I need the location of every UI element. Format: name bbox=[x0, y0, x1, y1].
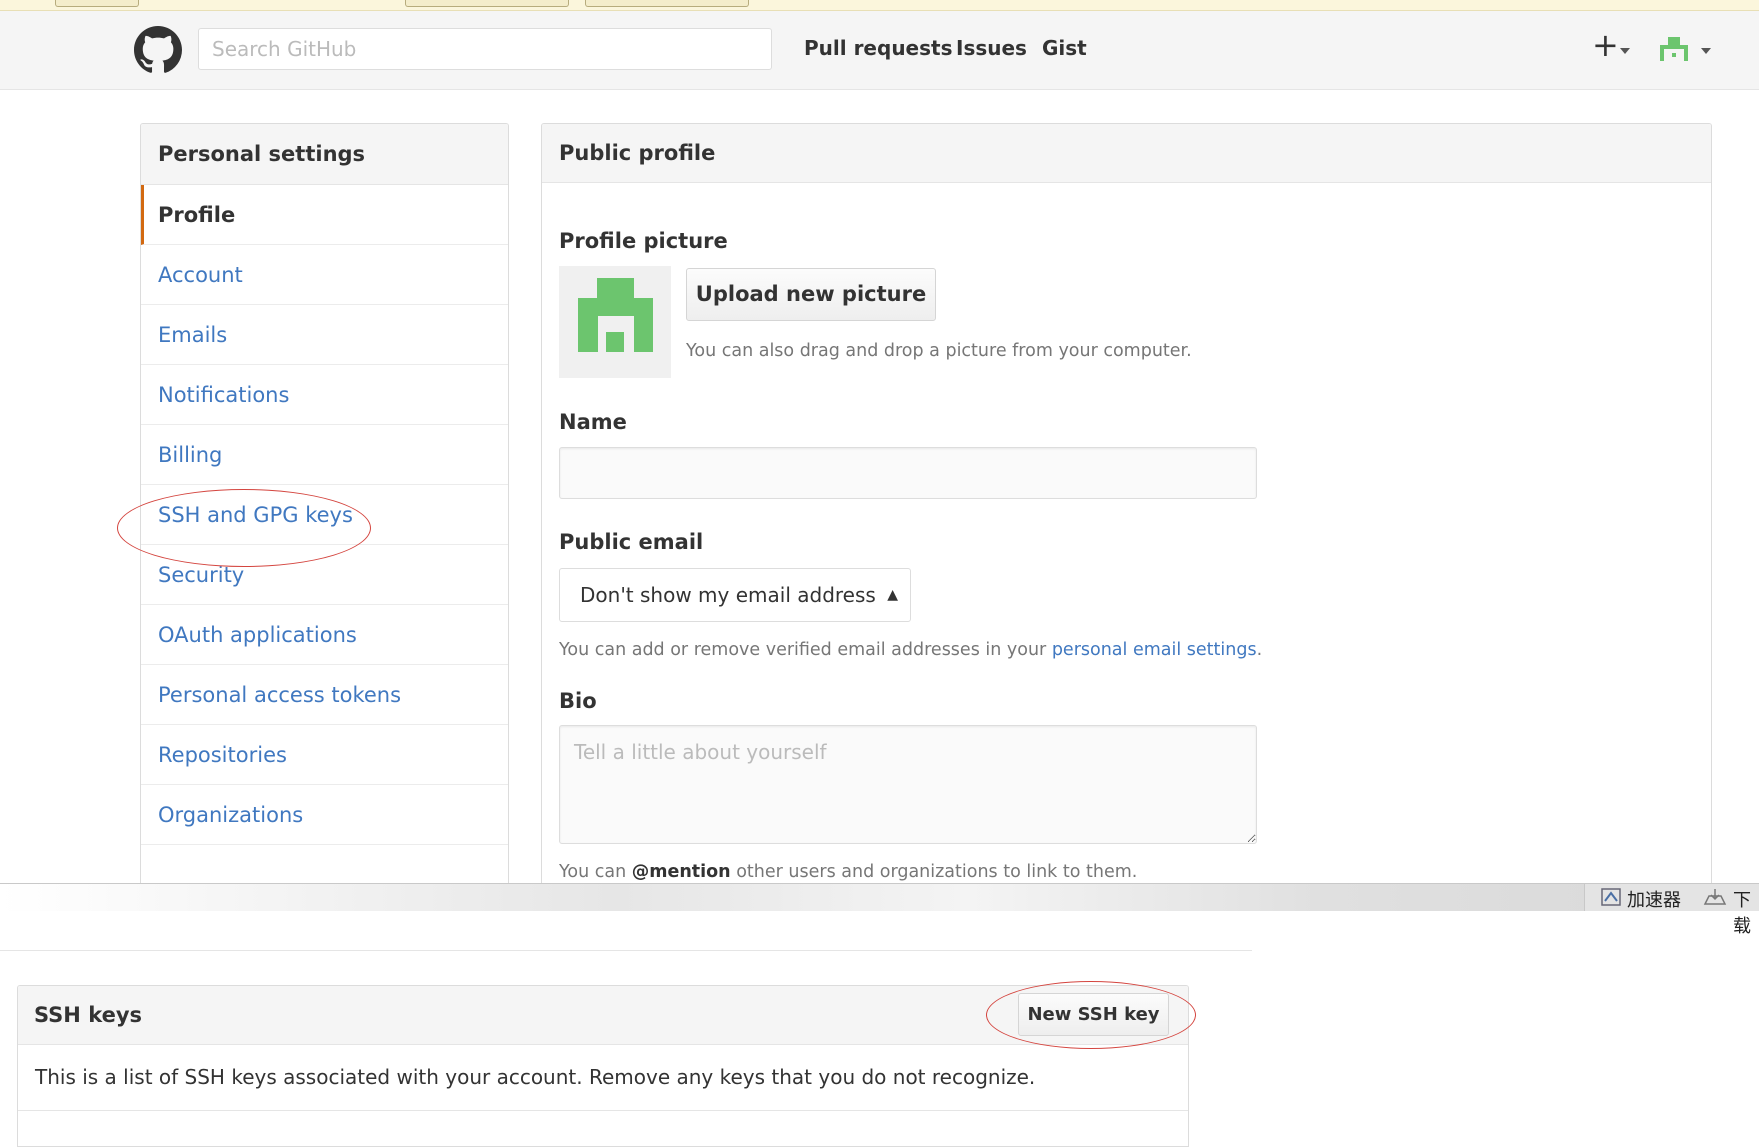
site-header: Pull requests Issues Gist + bbox=[0, 11, 1759, 90]
name-label: Name bbox=[559, 410, 627, 434]
system-tray: 加速器 下载 bbox=[1584, 884, 1759, 937]
accelerator-icon[interactable] bbox=[1601, 887, 1623, 907]
email-note-text: You can add or remove verified email add… bbox=[559, 640, 1052, 660]
mention-keyword: @mention bbox=[631, 862, 731, 882]
bio-textarea[interactable] bbox=[559, 725, 1257, 844]
public-email-select[interactable]: Don't show my email address ▲ bbox=[559, 568, 911, 622]
search-input[interactable] bbox=[198, 28, 772, 70]
chevron-down-icon[interactable] bbox=[1701, 48, 1711, 54]
panel-title: Public profile bbox=[542, 124, 1711, 183]
profile-picture bbox=[559, 266, 671, 378]
email-note-suffix: . bbox=[1256, 640, 1263, 660]
public-profile-panel: Public profile Profile picture Upload ne… bbox=[541, 123, 1712, 884]
upload-picture-button[interactable]: Upload new picture bbox=[686, 268, 936, 321]
sidebar-item-account[interactable]: Account bbox=[141, 245, 508, 305]
public-email-selected: Don't show my email address bbox=[580, 583, 876, 607]
email-note: You can add or remove verified email add… bbox=[559, 640, 1262, 660]
os-taskbar: 加速器 下载 bbox=[0, 883, 1759, 937]
browser-tab[interactable] bbox=[405, 0, 569, 7]
new-menu-plus-icon[interactable]: + bbox=[1592, 29, 1619, 61]
public-email-label: Public email bbox=[559, 530, 704, 554]
download-label[interactable]: 下载 bbox=[1733, 886, 1759, 938]
identicon-avatar bbox=[578, 278, 653, 352]
mention-note-suffix: other users and organizations to link to… bbox=[730, 862, 1138, 882]
ssh-keys-header: SSH keys New SSH key bbox=[18, 986, 1188, 1045]
nav-pull-requests[interactable]: Pull requests bbox=[804, 36, 953, 60]
sidebar-item-emails[interactable]: Emails bbox=[141, 305, 508, 365]
accelerator-label[interactable]: 加速器 bbox=[1627, 886, 1681, 912]
new-ssh-key-button[interactable]: New SSH key bbox=[1018, 993, 1169, 1036]
chevron-down-icon[interactable] bbox=[1620, 48, 1630, 54]
sidebar-item-notifications[interactable]: Notifications bbox=[141, 365, 508, 425]
download-icon[interactable] bbox=[1703, 888, 1727, 908]
sidebar-item-personal-access-tokens[interactable]: Personal access tokens bbox=[141, 665, 508, 725]
browser-tab-strip bbox=[0, 0, 1759, 11]
nav-gist[interactable]: Gist bbox=[1042, 36, 1087, 60]
name-input[interactable] bbox=[559, 447, 1257, 499]
ssh-keys-description: This is a list of SSH keys associated wi… bbox=[18, 1045, 1188, 1111]
bio-label: Bio bbox=[559, 689, 597, 713]
ssh-keys-title: SSH keys bbox=[34, 1003, 143, 1027]
sidebar-title: Personal settings bbox=[141, 124, 508, 185]
sidebar-item-organizations[interactable]: Organizations bbox=[141, 785, 508, 845]
ssh-keys-panel: SSH keys New SSH key This is a list of S… bbox=[17, 985, 1189, 1147]
sidebar-item-profile[interactable]: Profile bbox=[141, 185, 508, 245]
settings-sidebar: Personal settings Profile Account Emails… bbox=[140, 123, 509, 884]
profile-picture-label: Profile picture bbox=[559, 229, 728, 253]
sidebar-item-billing[interactable]: Billing bbox=[141, 425, 508, 485]
sidebar-item-oauth-applications[interactable]: OAuth applications bbox=[141, 605, 508, 665]
sidebar-item-ssh-gpg-keys[interactable]: SSH and GPG keys bbox=[141, 485, 508, 545]
github-logo-icon[interactable] bbox=[134, 26, 182, 74]
upload-note: You can also drag and drop a picture fro… bbox=[686, 341, 1192, 361]
nav-issues[interactable]: Issues bbox=[956, 36, 1027, 60]
personal-email-settings-link[interactable]: personal email settings bbox=[1052, 640, 1257, 660]
section-divider bbox=[0, 950, 1252, 951]
user-avatar[interactable] bbox=[1660, 37, 1688, 61]
select-arrows-icon: ▲ bbox=[887, 587, 898, 603]
mention-note: You can @mention other users and organiz… bbox=[559, 862, 1137, 882]
sidebar-item-repositories[interactable]: Repositories bbox=[141, 725, 508, 785]
browser-tab[interactable] bbox=[55, 0, 139, 7]
sidebar-item-security[interactable]: Security bbox=[141, 545, 508, 605]
mention-note-text: You can bbox=[559, 862, 632, 882]
browser-tab[interactable] bbox=[585, 0, 749, 7]
